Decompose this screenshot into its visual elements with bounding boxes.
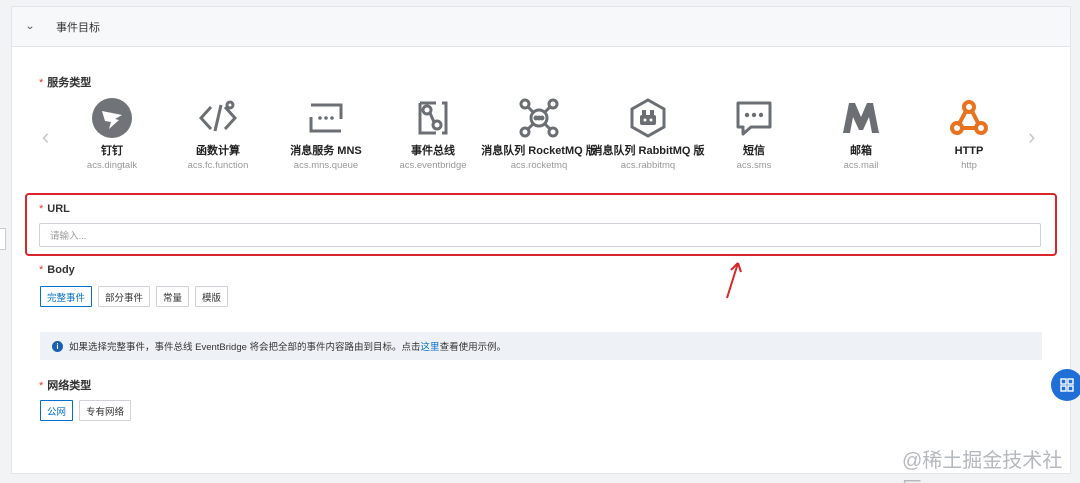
body-label: * Body — [39, 264, 75, 276]
service-sms[interactable]: 短信 acs.sms — [694, 96, 814, 171]
service-code: acs.eventbridge — [399, 160, 467, 171]
service-rocketmq[interactable]: 消息队列 RocketMQ 版 acs.rocketmq — [479, 96, 599, 171]
service-name: 短信 — [743, 145, 765, 157]
function-compute-icon — [158, 96, 278, 140]
watermark: @稀土掘金技术社区 — [902, 450, 1063, 483]
body-option-template[interactable]: 模版 — [195, 286, 229, 307]
service-name: 消息队列 RabbitMQ 版 — [591, 145, 705, 157]
service-code: acs.rabbitmq — [620, 160, 676, 171]
service-dingtalk[interactable]: 钉钉 acs.dingtalk — [52, 96, 172, 171]
annotation-highlight-box — [25, 193, 1057, 256]
carousel-prev-icon[interactable]: ‹ — [42, 124, 49, 150]
service-rabbitmq[interactable]: 消息队列 RabbitMQ 版 acs.rabbitmq — [588, 96, 708, 171]
service-mail[interactable]: 邮箱 acs.mail — [801, 96, 921, 171]
service-mns[interactable]: 消息服务 MNS acs.mns.queue — [266, 96, 386, 171]
network-option-vpc[interactable]: 专有网络 — [79, 400, 132, 421]
network-options: 公网 专有网络 — [40, 400, 132, 421]
mail-icon — [801, 96, 921, 140]
mns-icon — [266, 96, 386, 140]
side-collapse-tab[interactable] — [0, 228, 6, 250]
chevron-down-icon[interactable]: ⌄ — [25, 21, 37, 32]
service-code: acs.sms — [736, 160, 772, 171]
service-name: 邮箱 — [850, 145, 872, 157]
panel-title: 事件目标 — [56, 21, 100, 34]
rocketmq-icon — [479, 96, 599, 140]
service-name: 钉钉 — [101, 145, 123, 157]
service-name: 事件总线 — [411, 145, 455, 157]
service-code: acs.rocketmq — [510, 160, 568, 171]
service-code: http — [961, 160, 977, 171]
service-name: 函数计算 — [196, 145, 240, 157]
service-name: 消息队列 RocketMQ 版 — [481, 145, 597, 157]
body-options: 完整事件 部分事件 常量 模版 — [40, 286, 229, 307]
service-function-compute[interactable]: 函数计算 acs.fc.function — [158, 96, 278, 171]
annotation-arrow-icon — [726, 262, 742, 299]
service-code: acs.fc.function — [187, 160, 249, 171]
info-icon: i — [52, 340, 63, 352]
dingtalk-icon — [52, 96, 172, 140]
service-code: acs.dingtalk — [86, 160, 138, 171]
page: ⌄ 事件目标 * 服务类型 ‹ › 钉钉 acs.dingtalk 函数计算 ac… — [0, 0, 1080, 483]
required-mark: * — [39, 380, 44, 392]
grid-icon — [1060, 378, 1074, 392]
service-type-label: * 服务类型 — [39, 77, 92, 89]
rabbitmq-icon — [588, 96, 708, 140]
body-option-partial-event[interactable]: 部分事件 — [98, 286, 151, 307]
info-text: 如果选择完整事件，事件总线 EventBridge 将会把全部的事件内容路由到目… — [69, 342, 421, 353]
service-name: 消息服务 MNS — [290, 145, 362, 157]
service-http[interactable]: HTTP http — [909, 96, 1029, 171]
info-banner: i 如果选择完整事件，事件总线 EventBridge 将会把全部的事件内容路由… — [40, 332, 1042, 360]
http-webhook-icon — [909, 96, 1029, 140]
required-mark: * — [39, 77, 44, 89]
network-option-public[interactable]: 公网 — [40, 400, 74, 421]
service-code: acs.mns.queue — [293, 160, 359, 171]
info-example-link[interactable]: 这里 — [421, 339, 440, 353]
info-text-tail: 查看使用示例。 — [439, 342, 507, 353]
eventbridge-icon — [373, 96, 493, 140]
carousel-next-icon[interactable]: › — [1028, 124, 1035, 150]
body-option-constant[interactable]: 常量 — [156, 286, 190, 307]
network-type-label: * 网络类型 — [39, 380, 92, 392]
service-eventbridge[interactable]: 事件总线 acs.eventbridge — [373, 96, 493, 171]
sms-icon — [694, 96, 814, 140]
apps-grid-button[interactable] — [1051, 369, 1080, 401]
required-mark: * — [39, 264, 44, 276]
service-code: acs.mail — [843, 160, 879, 171]
panel-header[interactable]: ⌄ 事件目标 — [12, 7, 1070, 47]
service-name: HTTP — [954, 145, 984, 157]
body-option-full-event[interactable]: 完整事件 — [40, 286, 93, 307]
